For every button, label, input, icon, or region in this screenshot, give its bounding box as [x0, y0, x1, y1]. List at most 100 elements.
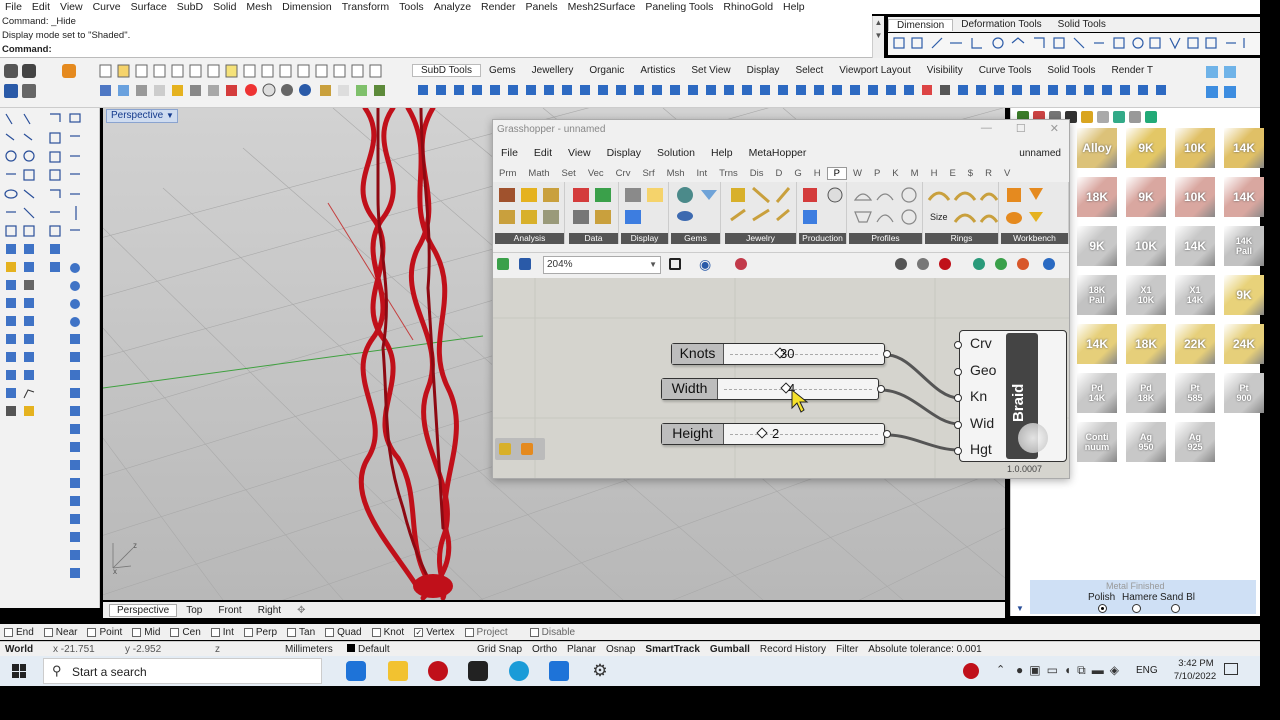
gh-tab-p-15[interactable]: P	[868, 168, 886, 179]
render-icon[interactable]	[973, 258, 985, 270]
gh-tab-vec-3[interactable]: Vec	[582, 168, 610, 179]
finish-radio-hamere[interactable]	[1132, 604, 1141, 613]
gh-menu-file[interactable]: File	[493, 147, 526, 159]
material-swatch-14k[interactable]: 14K	[1175, 226, 1215, 266]
material-swatch-9k[interactable]: 9K	[1126, 177, 1166, 217]
grasshopper-canvas[interactable]: Knots 30 Width 4 Height 2 Crv Geo Kn Wid Hgt Brai…	[493, 278, 1069, 478]
braid-input-geo[interactable]: Geo	[970, 362, 996, 378]
gh-tab-dis-9[interactable]: Dis	[744, 168, 770, 179]
smarttrack-toggle[interactable]: SmartTrack	[640, 644, 704, 655]
command-prompt[interactable]: Command:	[2, 44, 52, 55]
tab-solid-tools[interactable]: Solid Tools	[1050, 19, 1114, 30]
menu-edit[interactable]: Edit	[27, 1, 55, 13]
material-swatch-9k[interactable]: 9K	[1126, 128, 1166, 168]
clock-date[interactable]: 7/10/2022	[1164, 671, 1226, 682]
gh-tab-v-22[interactable]: V	[998, 168, 1016, 179]
clock-time[interactable]: 3:42 PM	[1170, 658, 1222, 669]
material-swatch-24k[interactable]: 24K	[1224, 324, 1264, 364]
checkbox-icon[interactable]	[243, 627, 253, 637]
checkbox-icon[interactable]	[371, 627, 381, 637]
osnap-point[interactable]: Point	[87, 627, 122, 638]
menu-rhinogold[interactable]: RhinoGold	[718, 1, 778, 13]
viewport-tab-front[interactable]: Front	[211, 605, 248, 616]
tab-set-view[interactable]: Set View	[683, 65, 738, 76]
dimension-tool-icons[interactable]	[888, 33, 1260, 55]
tab-solid-tools-2[interactable]: Solid Tools	[1039, 65, 1103, 76]
osnap-knot[interactable]: Knot	[371, 627, 404, 638]
close-icon[interactable]: ✕	[1050, 122, 1059, 135]
material-tool-icon[interactable]	[1097, 111, 1109, 123]
preview-mode-icon[interactable]	[939, 258, 951, 270]
units-status[interactable]: Millimeters	[280, 644, 342, 655]
grid-snap-toggle[interactable]: Grid Snap	[472, 644, 527, 655]
chevron-down-icon[interactable]: ▼	[649, 257, 657, 273]
ribbon-group-label[interactable]: Jewelry	[725, 233, 796, 244]
tab-dimension[interactable]: Dimension	[888, 18, 954, 31]
material-swatch-x1-14k[interactable]: X1 14K	[1175, 275, 1215, 315]
osnap-quad[interactable]: Quad	[325, 627, 362, 638]
slider-output-grip[interactable]	[877, 385, 885, 393]
material-swatch-10k[interactable]: 10K	[1126, 226, 1166, 266]
gumball-toggle[interactable]: Gumball	[705, 644, 755, 655]
app-icon[interactable]	[549, 661, 569, 681]
gh-tab-w-14[interactable]: W	[847, 168, 868, 179]
planar-toggle[interactable]: Planar	[562, 644, 601, 655]
gh-tab-m-17[interactable]: M	[905, 168, 925, 179]
material-swatch-pt-900[interactable]: Pt 900	[1224, 373, 1264, 413]
osnap-int[interactable]: Int	[210, 627, 234, 638]
viewport-title[interactable]: Perspective ▼	[106, 109, 178, 123]
input-grip[interactable]	[954, 367, 962, 376]
material-swatch-pd-14k[interactable]: Pd 14K	[1077, 373, 1117, 413]
gh-menu-view[interactable]: View	[560, 147, 599, 159]
ribbon-group-label[interactable]: Profiles	[849, 233, 922, 244]
braid-input-hgt[interactable]: Hgt	[970, 441, 992, 457]
gh-tab-set-2[interactable]: Set	[556, 168, 582, 179]
gh-tab-h-12[interactable]: H	[808, 168, 827, 179]
osnap-near[interactable]: Near	[43, 627, 77, 638]
checkbox-icon[interactable]	[43, 627, 53, 637]
osnap-tan[interactable]: Tan	[287, 627, 315, 638]
cplane-status[interactable]: World	[0, 644, 48, 655]
tab-viewport-layout[interactable]: Viewport Layout	[831, 65, 919, 76]
material-swatch-9k[interactable]: 9K	[1224, 275, 1264, 315]
menu-mesh[interactable]: Mesh	[241, 1, 277, 13]
add-viewport-icon[interactable]: ✥	[290, 605, 312, 616]
material-swatch-10k[interactable]: 10K	[1175, 177, 1215, 217]
gh-tab--20[interactable]: $	[962, 168, 979, 179]
gh-tab-int-7[interactable]: Int	[691, 168, 714, 179]
menu-analyze[interactable]: Analyze	[429, 1, 476, 13]
ribbon-group-label[interactable]: Rings	[925, 233, 998, 244]
checkbox-icon[interactable]	[529, 627, 539, 637]
viewport-tab-perspective[interactable]: Perspective	[109, 603, 178, 617]
menu-transform[interactable]: Transform	[337, 1, 394, 13]
ribbon-group-label[interactable]: Analysis	[495, 233, 564, 244]
gh-tab-msh-6[interactable]: Msh	[661, 168, 691, 179]
osnap-toggle[interactable]: Osnap	[601, 644, 640, 655]
ortho-toggle[interactable]: Ortho	[527, 644, 562, 655]
chrome-icon[interactable]	[346, 661, 366, 681]
tab-visibility[interactable]: Visibility	[919, 65, 971, 76]
braid-input-wid[interactable]: Wid	[970, 415, 994, 431]
material-tool-icon[interactable]	[1113, 111, 1125, 123]
tray-icons[interactable]: ●▣▭◖⧉▬◈	[1016, 663, 1125, 678]
taskbar-search[interactable]: ⚲ Start a search	[43, 658, 322, 684]
gh-tab-math-1[interactable]: Math	[522, 168, 555, 179]
material-swatch-18k[interactable]: 18K	[1077, 177, 1117, 217]
material-tool-icon[interactable]	[1081, 111, 1093, 123]
material-tool-icon[interactable]	[1145, 111, 1157, 123]
material-swatch-9k[interactable]: 9K	[1077, 226, 1117, 266]
osnap-project[interactable]: Project	[464, 627, 508, 638]
braid-input-kn[interactable]: Kn	[970, 388, 987, 404]
checkbox-icon[interactable]: ✓	[414, 627, 424, 637]
gh-menu-edit[interactable]: Edit	[526, 147, 560, 159]
osnap-cen[interactable]: Cen	[170, 627, 201, 638]
material-swatch-14k[interactable]: 14K	[1077, 324, 1117, 364]
osnap-mid[interactable]: Mid	[132, 627, 160, 638]
osnap-vertex[interactable]: ✓ Vertex	[414, 627, 455, 638]
menu-solid[interactable]: Solid	[208, 1, 241, 13]
material-swatch-x1-10k[interactable]: X1 10K	[1126, 275, 1166, 315]
viewport-tab-top[interactable]: Top	[179, 605, 209, 616]
notification-icon[interactable]	[1224, 663, 1238, 675]
material-swatch-pd-18k[interactable]: Pd 18K	[1126, 373, 1166, 413]
ribbon-group-label[interactable]: Data	[569, 233, 618, 244]
